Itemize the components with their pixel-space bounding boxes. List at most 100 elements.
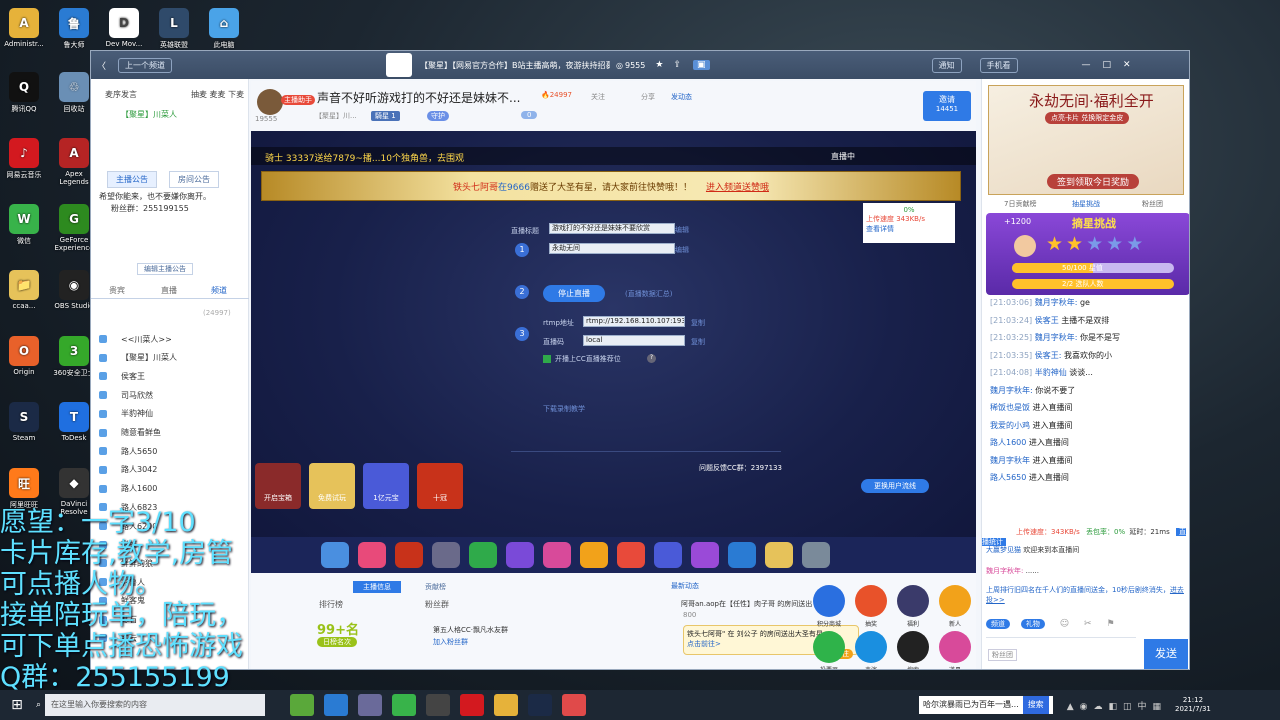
taskbar-app[interactable] <box>460 694 485 716</box>
desktop-icon[interactable]: L 英雄联盟 <box>150 8 198 50</box>
minimize-icon[interactable]: — <box>1076 60 1097 70</box>
user-list-item[interactable]: 半豹神仙 <box>99 406 239 422</box>
gift-item[interactable] <box>728 542 756 568</box>
taskbar-search[interactable]: 在这里输入你要搜索的内容 <box>45 694 266 716</box>
tab-vip[interactable]: 贵宾 <box>109 285 125 296</box>
taskbar-app[interactable] <box>426 694 451 716</box>
promo-card[interactable]: 开启宝箱 <box>255 463 301 509</box>
chat-user[interactable]: 稀饭也是饭 <box>990 403 1033 412</box>
follow-link[interactable]: 关注 <box>591 92 605 102</box>
close-icon[interactable]: ✕ <box>1117 60 1137 70</box>
feature-icon[interactable]: 抽奖 <box>855 585 887 628</box>
chat-user[interactable]: 路人5650 <box>990 473 1029 482</box>
desktop-icon[interactable]: Q 腾讯QQ <box>0 72 48 114</box>
share-link[interactable]: 分享 <box>641 92 655 102</box>
chat-user[interactable]: 魏月字秋年 <box>990 456 1033 465</box>
user-list-item[interactable]: 侯客王 <box>99 368 239 384</box>
gift-item[interactable] <box>543 542 571 568</box>
feature-icon[interactable]: 新人 <box>939 585 971 628</box>
user-list-item[interactable]: 随意看鲜鱼 <box>99 425 239 441</box>
gift-item[interactable] <box>469 542 497 568</box>
edit-title-link[interactable]: 编辑 <box>675 225 689 235</box>
stats-detail-link[interactable]: 查看详情 <box>866 224 952 234</box>
chat-user[interactable]: 魏月字秋年: <box>1035 298 1080 307</box>
chat-user[interactable]: 侯客王: <box>1035 351 1064 360</box>
feature-icon[interactable]: 道具 <box>939 631 971 669</box>
gift-item[interactable] <box>358 542 386 568</box>
join-fan-group-link[interactable]: 加入粉丝群 <box>433 637 468 647</box>
back-icon[interactable]: 〈 <box>91 59 112 72</box>
tab-star[interactable]: 抽星挑战 <box>1072 199 1100 209</box>
input-tab-gift[interactable]: 礼物 <box>1020 619 1045 629</box>
edit-notice-button[interactable]: 编辑主播公告 <box>137 263 193 275</box>
prev-room-button[interactable]: 上一个频道 <box>118 57 173 73</box>
maximize-icon[interactable]: □ <box>1097 60 1118 70</box>
user-list-item[interactable]: <<川菜人>> <box>99 331 239 347</box>
desktop-icon[interactable]: D Dev Mov... <box>100 8 148 48</box>
tab-anchor-info[interactable]: 主播信息 <box>353 581 401 593</box>
chat-user[interactable]: 半豹神仙 <box>1035 368 1070 377</box>
mic-controls[interactable]: 抽麦 麦麦 下麦 <box>191 89 244 100</box>
desktop-icon[interactable]: W 微信 <box>0 204 48 246</box>
desktop-icon[interactable]: A Administr... <box>0 8 48 48</box>
fans-tag-button[interactable]: 粉丝团 <box>988 649 1017 661</box>
tray-icons[interactable]: ▲◉☁◧◫中▦ <box>1067 699 1167 712</box>
desktop-icon[interactable]: 鲁鲁大师 <box>50 8 98 50</box>
news-search-button[interactable]: 搜索 <box>1022 696 1049 714</box>
taskbar-app[interactable] <box>562 694 587 716</box>
promo-card[interactable]: 1亿元宝 <box>363 463 409 509</box>
phone-pill[interactable]: 手机看 <box>979 57 1018 73</box>
desktop-icon[interactable]: ⌂ 此电脑 <box>200 8 248 50</box>
use-help-button[interactable]: 更换用户流线 <box>861 479 929 493</box>
input-tab-channel[interactable]: 频道 <box>986 619 1010 629</box>
record-summary-link[interactable]: (直播数据汇总) <box>625 289 672 299</box>
promo-card[interactable]: 免费试玩 <box>309 463 355 509</box>
gift-item[interactable] <box>506 542 534 568</box>
feature-icon[interactable]: 表演 <box>855 631 887 669</box>
desktop-icon[interactable]: O Origin <box>0 336 48 376</box>
gift-item[interactable] <box>432 542 460 568</box>
notify-pill[interactable]: 通知 <box>931 57 962 73</box>
promo-card[interactable]: 十冠 <box>417 463 463 509</box>
tab-live[interactable]: 直播 <box>161 285 177 296</box>
tab-anchor-notice[interactable]: 主播公告 <box>107 171 157 188</box>
search-icon[interactable]: ⌕ <box>36 700 41 710</box>
taskbar-app[interactable] <box>358 694 383 716</box>
category-input[interactable]: 永劫无间 <box>549 243 675 254</box>
help-icon[interactable]: ? <box>647 354 656 363</box>
flag-icon[interactable]: ⚑ <box>1106 619 1114 629</box>
copy-key-link[interactable]: 复制 <box>691 337 705 347</box>
tab-fans[interactable]: 粉丝团 <box>1142 199 1163 209</box>
user-list-item[interactable]: 【聚星】川菜人 <box>99 350 239 366</box>
event-ad[interactable]: 永劫无间·福利全开 点亮卡片 兑换限定金皮 签到领取今日奖励 <box>988 85 1184 195</box>
tab-channel[interactable]: 频道 <box>211 285 227 296</box>
streamer-avatar[interactable] <box>257 89 283 115</box>
user-list-item[interactable]: 司马欣然 <box>99 387 239 403</box>
tab-contribution[interactable]: 贡献榜 <box>415 581 456 593</box>
stop-live-button[interactable]: 停止直播 <box>543 285 605 302</box>
desktop-icon[interactable]: 📁 ccaa... <box>0 270 48 310</box>
moments-link[interactable]: 发动态 <box>671 92 692 102</box>
chat-user[interactable]: 侯客王 <box>1035 316 1062 325</box>
stream-key-input[interactable]: local <box>583 335 685 346</box>
edit-category-link[interactable]: 编辑 <box>675 245 689 255</box>
rtmp-input[interactable]: rtmp://192.168.110.107:1935 <box>583 316 685 327</box>
emoji-icon[interactable]: ☺ <box>1060 619 1069 629</box>
gift-item[interactable] <box>802 542 830 568</box>
taskbar-app[interactable] <box>528 694 553 716</box>
ad-button[interactable]: 点亮卡片 兑换限定金皮 <box>1045 112 1130 124</box>
chat-user[interactable]: 路人1600 <box>990 438 1029 447</box>
feature-icon[interactable]: 投票器 <box>813 631 845 669</box>
chat-user[interactable]: 魏月字秋年: <box>1035 333 1080 342</box>
copy-rtmp-link[interactable]: 复制 <box>691 318 705 328</box>
news-ticker[interactable]: 哈尔滨暴雨已为百年一遇... 搜索 <box>919 696 1053 714</box>
chat-user[interactable]: 魏月字秋年: <box>990 386 1035 395</box>
gift-item[interactable] <box>765 542 793 568</box>
send-button[interactable]: 发送 <box>1144 639 1188 669</box>
taskbar-app[interactable] <box>392 694 417 716</box>
windows-start-icon[interactable]: ⊞ <box>0 697 34 713</box>
screen-icon[interactable]: ▣ <box>692 60 710 70</box>
gift-item[interactable] <box>580 542 608 568</box>
user-list-item[interactable]: 路人5650 <box>99 443 239 459</box>
ad-sub[interactable]: 签到领取今日奖励 <box>1047 174 1140 189</box>
